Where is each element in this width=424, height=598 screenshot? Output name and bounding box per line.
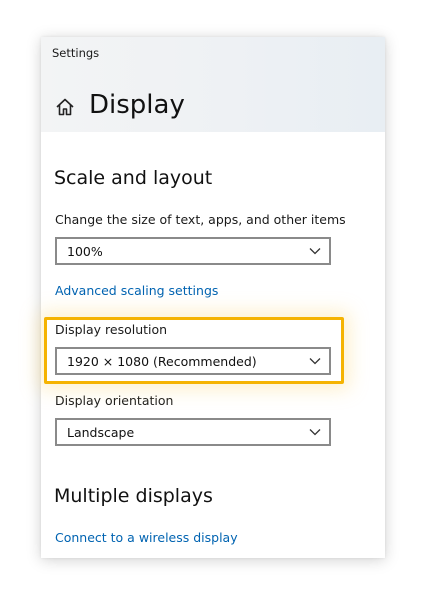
chevron-down-icon [309, 429, 321, 436]
section-title-scale-layout: Scale and layout [54, 167, 213, 189]
settings-window: Settings Display Scale and layout Change… [41, 37, 385, 558]
advanced-scaling-link[interactable]: Advanced scaling settings [55, 283, 218, 298]
wireless-display-link[interactable]: Connect to a wireless display [55, 530, 238, 545]
size-dropdown[interactable]: 100% [55, 237, 331, 265]
resolution-highlight-box [44, 317, 344, 384]
window-header: Settings Display [41, 37, 385, 132]
size-label: Change the size of text, apps, and other… [55, 212, 346, 227]
chevron-down-icon [309, 248, 321, 255]
page-title: Display [89, 90, 185, 120]
section-title-multiple-displays: Multiple displays [54, 485, 213, 507]
app-title: Settings [52, 46, 100, 60]
size-dropdown-value: 100% [67, 244, 103, 259]
orientation-dropdown-value: Landscape [67, 425, 135, 440]
orientation-label: Display orientation [55, 393, 174, 408]
home-icon[interactable] [55, 97, 75, 117]
orientation-dropdown[interactable]: Landscape [55, 418, 331, 446]
